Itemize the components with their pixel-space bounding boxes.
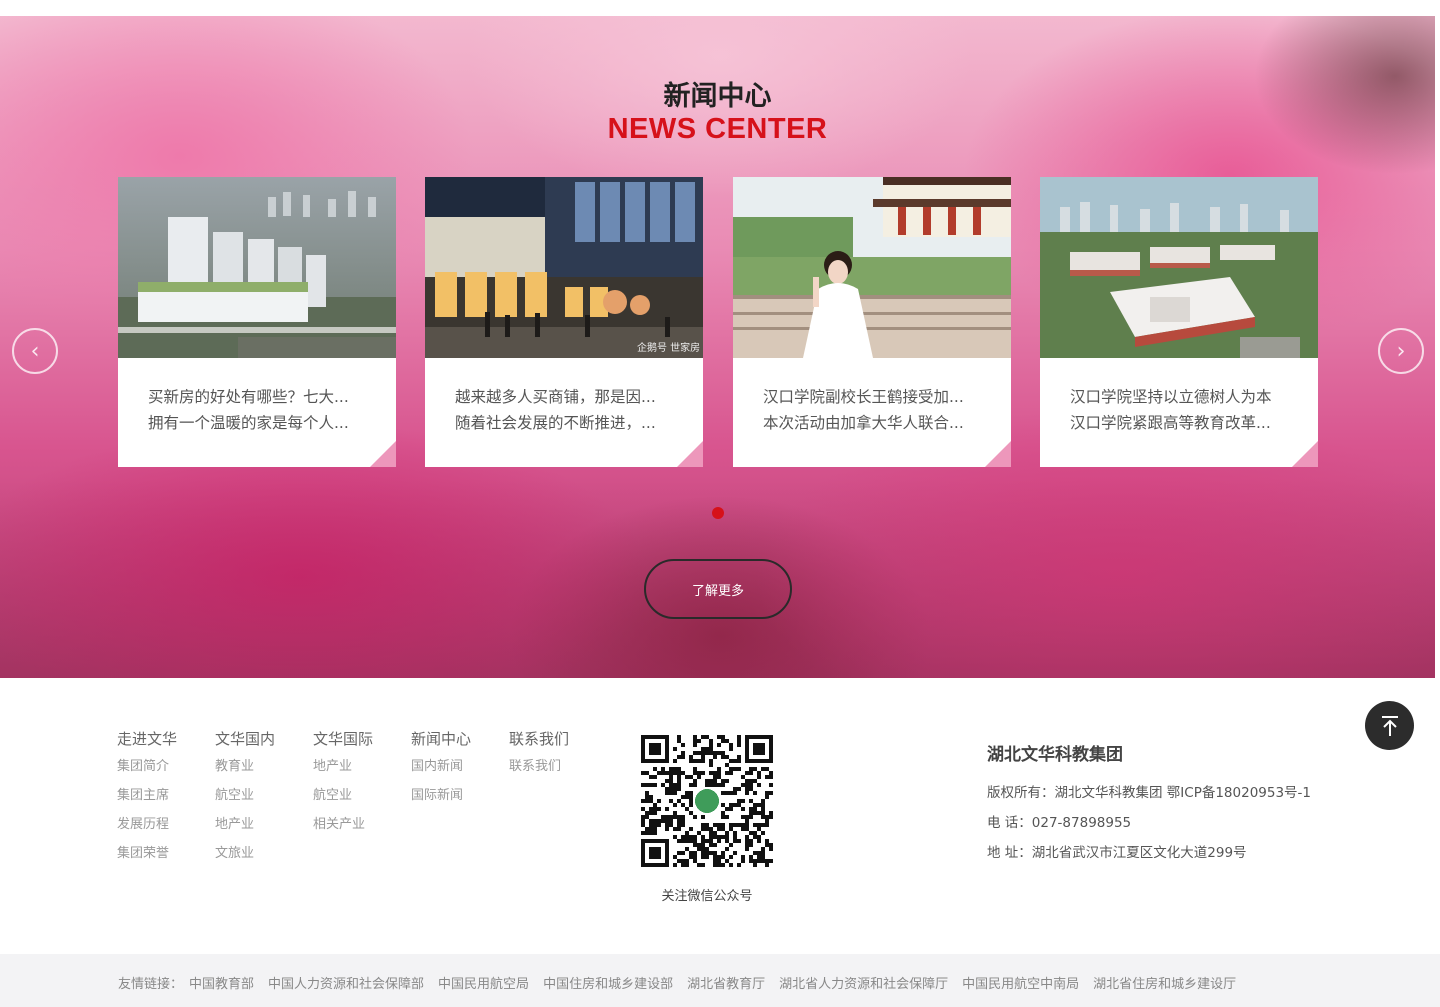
friendly-link[interactable]: 湖北省住房和城乡建设厅 [1093,977,1236,992]
footer-link[interactable]: 地产业 [313,758,373,787]
company-name: 湖北文华科教集团 [987,745,1123,765]
carousel-pagination-dot[interactable] [712,507,724,519]
copyright-text: 版权所有：湖北文华科教集团 鄂ICP备18020953号-1 [987,785,1312,801]
friendly-link[interactable]: 湖北省人力资源和社会保障厅 [779,977,948,992]
card-corner-fold [677,441,703,467]
friendly-links-label: 友情链接： [118,977,184,992]
news-card-image: 企鹅号 世家房 [425,177,703,358]
wechat-qr-code [641,735,773,867]
news-card-image [1040,177,1318,358]
footer-column: 文华国际 地产业 航空业 相关产业 [313,728,373,845]
news-card-title: 汉口学院副校长王鹤接受加... [763,388,964,406]
friendly-link[interactable]: 中国民用航空中南局 [962,977,1079,992]
friendly-link[interactable]: 中国教育部 [189,977,254,992]
footer-column: 新闻中心 国内新闻 国际新闻 [411,728,471,816]
footer-column: 联系我们 联系我们 [509,728,569,787]
friendly-link[interactable]: 中国人力资源和社会保障部 [268,977,424,992]
news-card[interactable]: 买新房的好处有哪些？七大... 拥有一个温暖的家是每个人... [118,177,396,467]
footer-column-heading[interactable]: 新闻中心 [411,728,471,748]
phone-text: 电 话：027-87898955 [987,815,1132,831]
footer-link[interactable]: 航空业 [215,787,275,816]
news-card-title: 买新房的好处有哪些？七大... [148,388,349,406]
news-section-title: 新闻中心 [663,81,772,112]
news-card-summary: 随着社会发展的不断推进，... [455,414,656,432]
news-section-subtitle: NEWS CENTER [607,113,828,145]
news-card[interactable]: 汉口学院坚持以立德树人为本 汉口学院紧跟高等教育改革... [1040,177,1318,467]
news-center-section: 新闻中心 NEWS CENTER ‹ › 买新房的好处有哪些？七大... 拥有一… [0,16,1435,678]
learn-more-button[interactable]: 了解更多 [644,559,792,619]
footer-column-heading[interactable]: 文华国内 [215,728,275,748]
address-text: 地 址：湖北省武汉市江夏区文化大道299号 [987,845,1247,861]
news-card-image [118,177,396,358]
friendly-links-row: 友情链接： 中国教育部 中国人力资源和社会保障部 中国民用航空局 中国住房和城乡建设部湖… [118,973,1250,992]
card-corner-fold [985,441,1011,467]
qr-code-label: 关注微信公众号 [661,889,753,904]
footer-column-heading[interactable]: 走进文华 [117,728,177,748]
carousel-next-button[interactable]: › [1378,328,1424,374]
news-card-summary: 汉口学院紧跟高等教育改革... [1070,414,1271,432]
news-card-title: 越来越多人买商铺，那是因... [455,388,656,406]
card-corner-fold [1292,441,1318,467]
back-to-top-button[interactable] [1365,701,1414,750]
news-card[interactable]: 汉口学院副校长王鹤接受加... 本次活动由加拿大华人联合... [733,177,1011,467]
news-card[interactable]: 企鹅号 世家房 越来越多人买商铺，那是因... 随着社会发展的不断推进，... [425,177,703,467]
footer-link[interactable]: 地产业 [215,816,275,845]
footer-link[interactable]: 发展历程 [117,816,177,845]
news-card-summary: 拥有一个温暖的家是每个人... [148,414,349,432]
chevron-right-icon: › [1396,338,1406,364]
footer-link[interactable]: 国内新闻 [411,758,471,787]
footer-link[interactable]: 国际新闻 [411,787,471,816]
footer-column-heading[interactable]: 联系我们 [509,728,569,748]
footer-link[interactable]: 航空业 [313,787,373,816]
footer-column: 走进文华 集团简介 集团主席 发展历程 集团荣誉 [117,728,177,874]
news-card-title: 汉口学院坚持以立德树人为本 [1070,388,1272,406]
chevron-left-icon: ‹ [30,338,40,364]
friendly-link[interactable]: 中国住房和城乡建设部 [543,977,673,992]
friendly-link[interactable]: 湖北省教育厅 [687,977,765,992]
footer-link[interactable]: 教育业 [215,758,275,787]
footer-link[interactable]: 文旅业 [215,845,275,874]
footer-link[interactable]: 集团简介 [117,758,177,787]
news-carousel: 买新房的好处有哪些？七大... 拥有一个温暖的家是每个人... 企鹅号 世家房 [118,177,1318,467]
footer-link[interactable]: 联系我们 [509,758,569,787]
footer-link[interactable]: 集团主席 [117,787,177,816]
footer-link[interactable]: 集团荣誉 [117,845,177,874]
card-corner-fold [370,441,396,467]
friendly-link[interactable]: 中国民用航空局 [438,977,529,992]
top-strip [0,0,1440,16]
news-card-summary: 本次活动由加拿大华人联合... [763,414,964,432]
news-card-image [733,177,1011,358]
carousel-prev-button[interactable]: ‹ [12,328,58,374]
arrow-up-to-top-icon [1381,715,1398,736]
footer-column: 文华国内 教育业 航空业 地产业 文旅业 [215,728,275,874]
image-watermark-text: 企鹅号 世家房 [637,341,700,354]
footer-link[interactable]: 相关产业 [313,816,373,845]
friendly-links-bar: 友情链接： 中国教育部 中国人力资源和社会保障部 中国民用航空局 中国住房和城乡建设部湖… [0,954,1440,1007]
footer-column-heading[interactable]: 文华国际 [313,728,373,748]
